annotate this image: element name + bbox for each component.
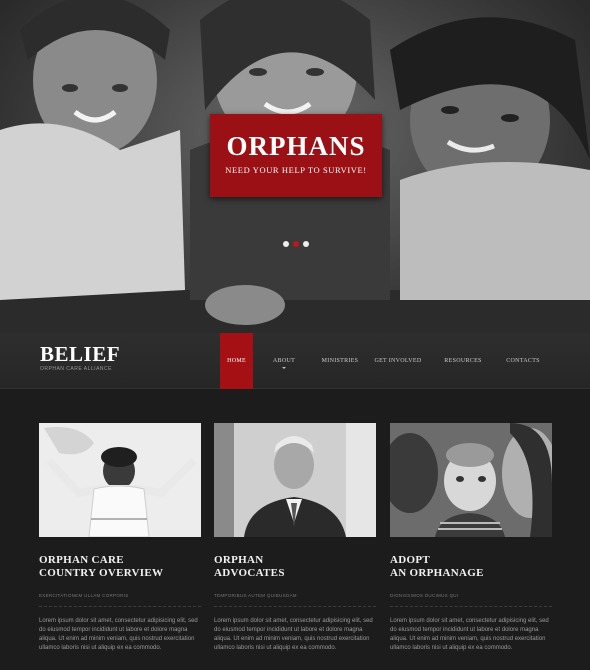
card-subtitle: EXERCITATIONEM ULLAM CORPORIS	[39, 593, 129, 598]
nav-item-label: GET INVOLVED	[374, 358, 422, 364]
hero-banner-subtitle: NEED YOUR HELP TO SURVIVE!	[225, 165, 367, 175]
card-subtitle: DIGNISSIMOS DUCIMUS QUI	[390, 593, 459, 598]
card-orphan-advocates: ORPHAN ADVOCATES TEMPORIBUS AUTEM QUIBUS…	[214, 423, 376, 653]
divider	[214, 606, 376, 607]
card-title-line2: ADVOCATES	[214, 567, 285, 579]
card-body: Lorem ipsum dolor sit amet, consectetur …	[39, 618, 198, 651]
card-title-line1: ADOPT	[390, 554, 430, 566]
nav-item-ministries[interactable]: MINISTRIES	[315, 333, 365, 389]
card-title-line2: AN ORPHANAGE	[390, 567, 484, 579]
card-image[interactable]	[390, 423, 552, 537]
slider-dot-1[interactable]	[283, 241, 289, 247]
hero-banner: ORPHANS NEED YOUR HELP TO SURVIVE!	[210, 114, 382, 197]
slider-dot-3[interactable]	[303, 241, 309, 247]
nav-item-label: RESOURCES	[444, 358, 482, 364]
card-title[interactable]: ORPHAN ADVOCATES	[214, 554, 376, 580]
hero-banner-title: ORPHANS	[226, 131, 366, 161]
main-nav: HOME ABOUT MINISTRIES GET INVOLVED RESOU…	[220, 333, 551, 389]
slider-dot-2[interactable]	[293, 241, 299, 247]
nav-item-label: CONTACTS	[506, 358, 540, 364]
nav-item-home[interactable]: HOME	[220, 333, 253, 389]
hero-slider: ORPHANS NEED YOUR HELP TO SURVIVE!	[0, 0, 590, 333]
site-logo[interactable]: BELIEF ORPHAN CARE ALLIANCE	[40, 343, 120, 372]
nav-item-label: MINISTRIES	[321, 358, 359, 364]
card-title[interactable]: ADOPT AN ORPHANAGE	[390, 554, 552, 580]
nav-item-about[interactable]: ABOUT	[253, 333, 315, 389]
card-image[interactable]	[39, 423, 201, 537]
nav-item-get-involved[interactable]: GET INVOLVED	[365, 333, 431, 389]
card-title-line1: ORPHAN CARE	[39, 554, 124, 566]
card-body: Lorem ipsum dolor sit amet, consectetur …	[390, 618, 549, 651]
card-title[interactable]: ORPHAN CARE COUNTRY OVERVIEW	[39, 554, 201, 580]
content-section: ORPHAN CARE COUNTRY OVERVIEW EXERCITATIO…	[0, 389, 590, 670]
site-logo-tagline: ORPHAN CARE ALLIANCE	[40, 366, 112, 372]
card-title-line1: ORPHAN	[214, 554, 264, 566]
card-orphan-care: ORPHAN CARE COUNTRY OVERVIEW EXERCITATIO…	[39, 423, 201, 653]
nav-item-label: HOME	[227, 358, 246, 364]
card-title-line2: COUNTRY OVERVIEW	[39, 567, 164, 579]
main-navbar: BELIEF ORPHAN CARE ALLIANCE HOME ABOUT M…	[0, 333, 590, 389]
slider-pagination	[283, 241, 309, 247]
card-image[interactable]	[214, 423, 376, 537]
card-subtitle: TEMPORIBUS AUTEM QUIBUSDAM	[214, 593, 297, 598]
divider	[39, 606, 201, 607]
card-adopt-orphanage: ADOPT AN ORPHANAGE DIGNISSIMOS DUCIMUS Q…	[390, 423, 552, 653]
divider	[390, 606, 552, 607]
chevron-down-icon	[282, 367, 286, 369]
nav-item-label: ABOUT	[272, 358, 296, 364]
card-body: Lorem ipsum dolor sit amet, consectetur …	[214, 618, 373, 651]
site-logo-name: BELIEF	[40, 342, 121, 366]
nav-item-contacts[interactable]: CONTACTS	[495, 333, 551, 389]
nav-item-resources[interactable]: RESOURCES	[431, 333, 495, 389]
